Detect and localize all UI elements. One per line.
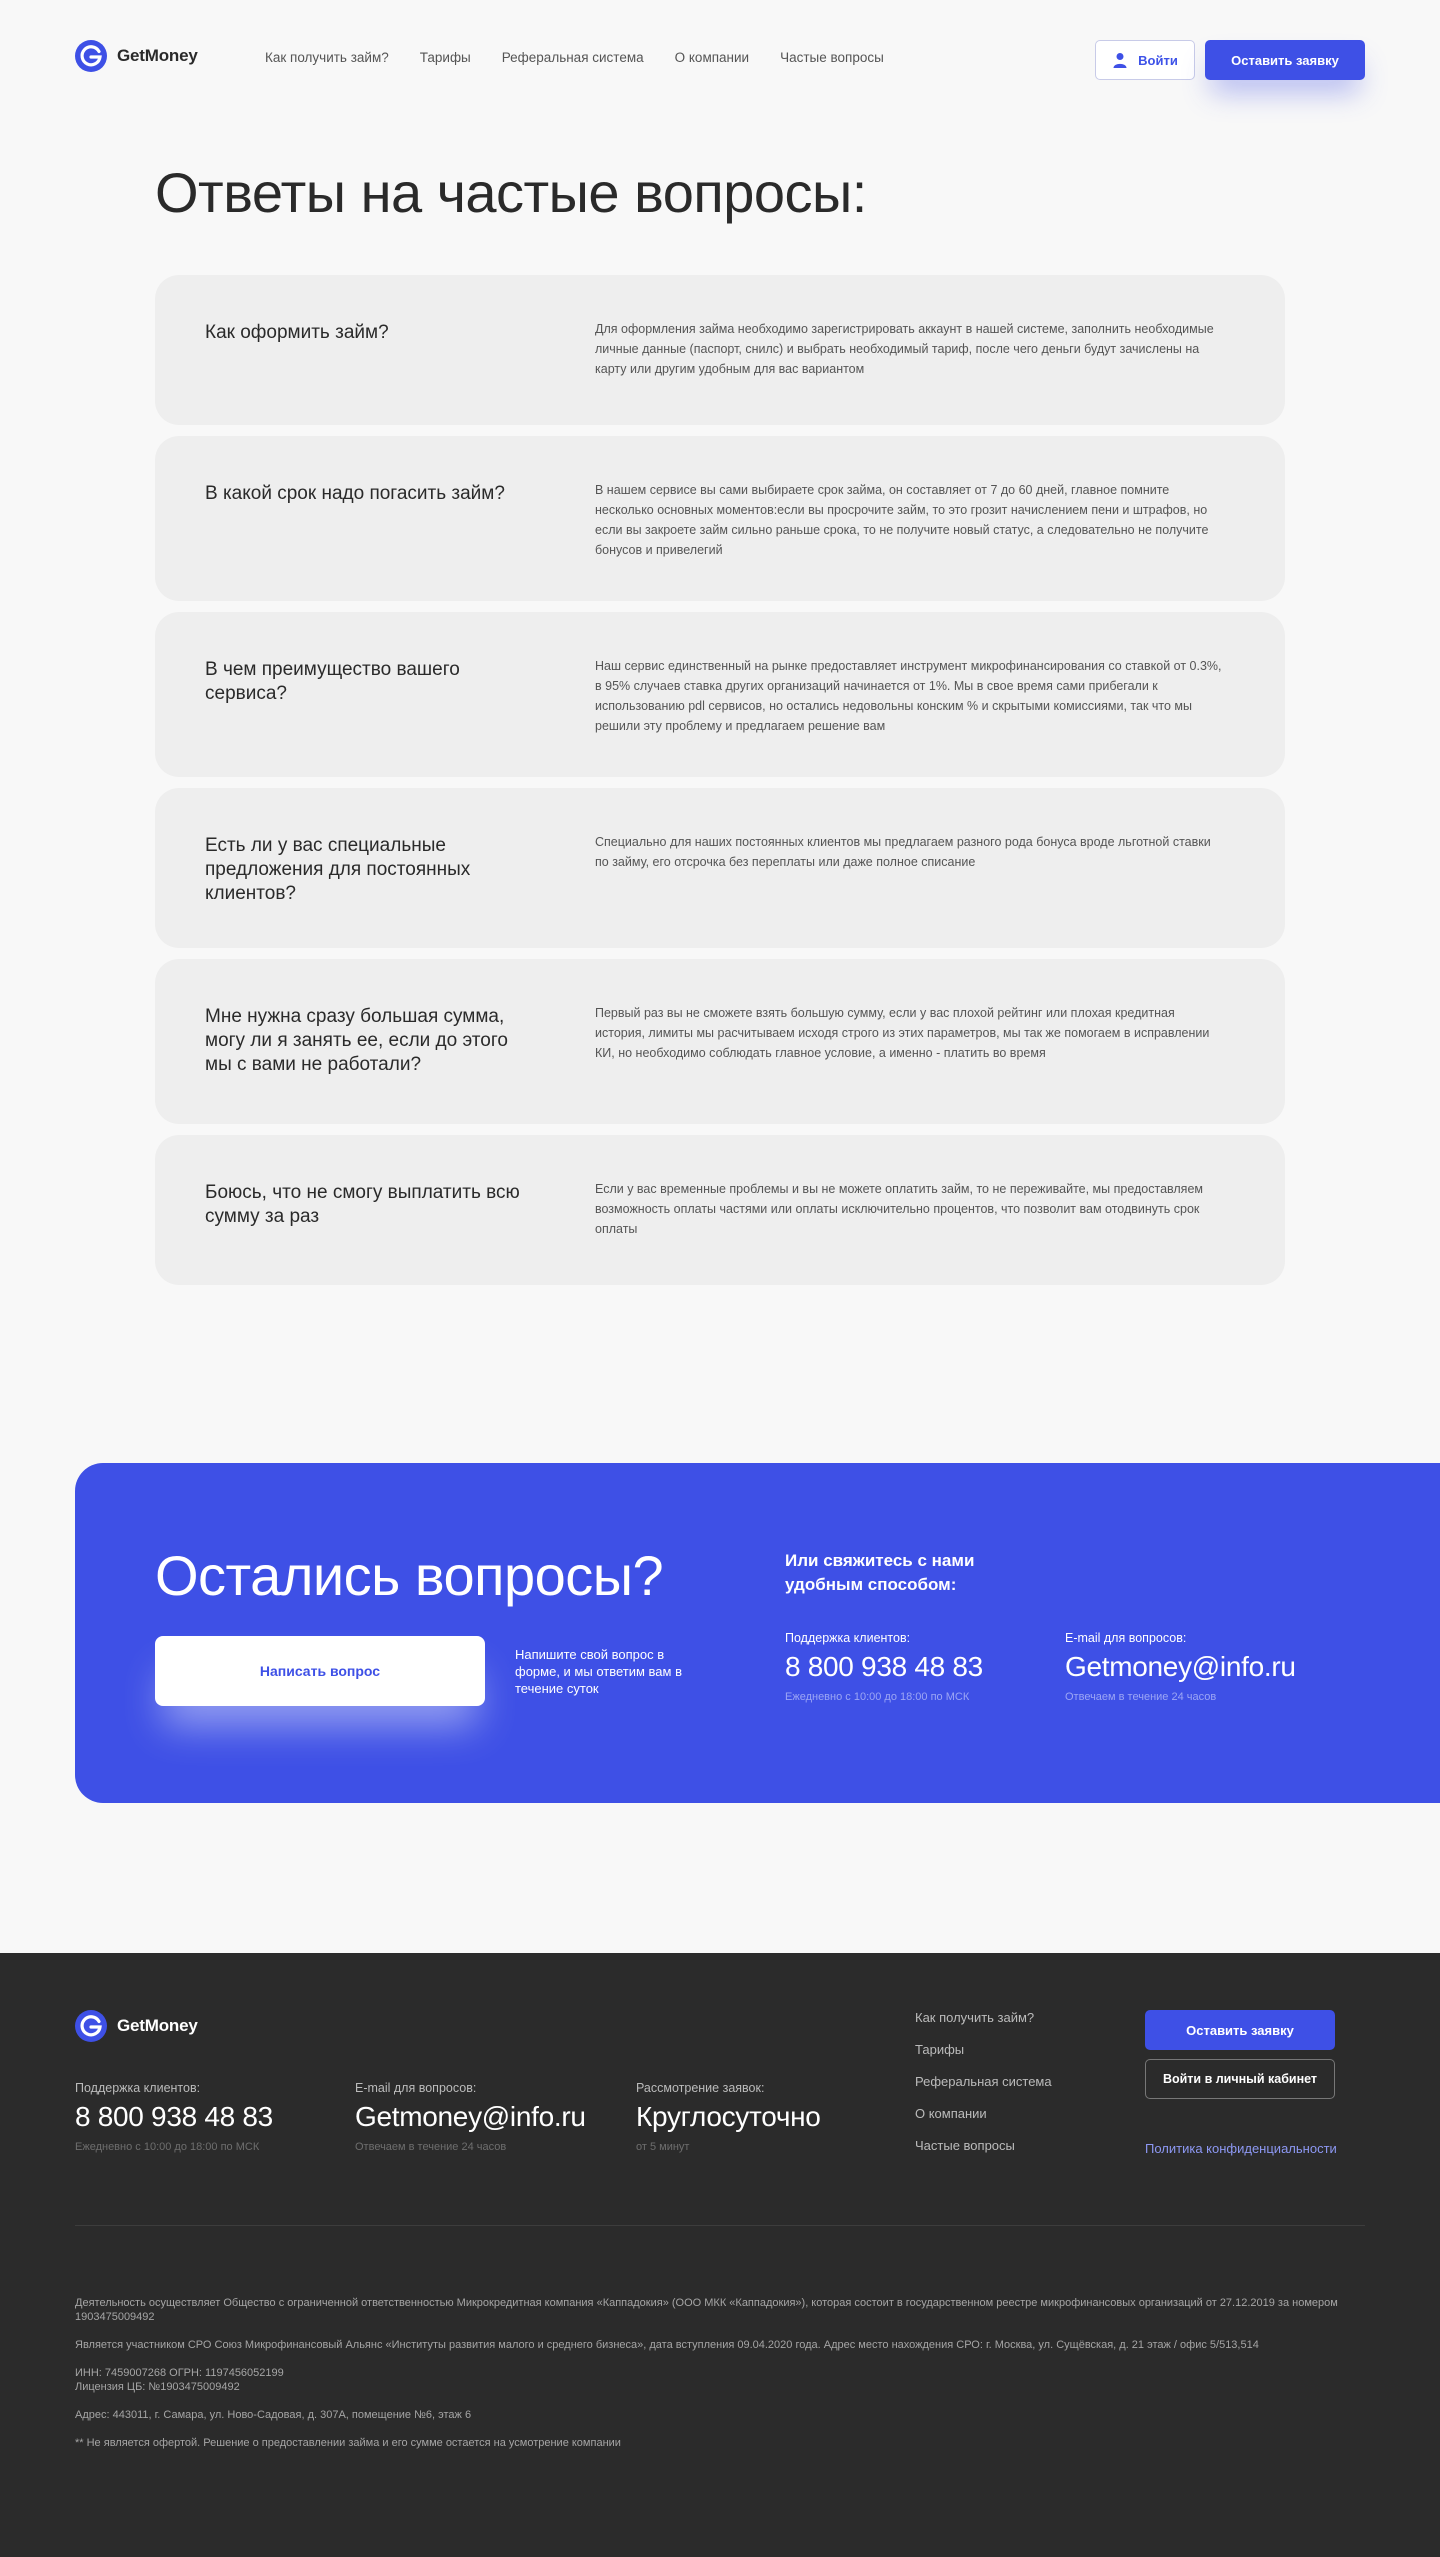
legal-license: Лицензия ЦБ: №1903475009492 bbox=[75, 2381, 240, 2393]
write-question-button[interactable]: Написать вопрос bbox=[155, 1636, 485, 1706]
footer-support-label: Поддержка клиентов: bbox=[75, 2081, 201, 2095]
email-link[interactable]: Getmoney@info.ru bbox=[1065, 1651, 1296, 1683]
nav-referral[interactable]: Реферальная система bbox=[502, 50, 644, 65]
contact-title: Остались вопросы? bbox=[155, 1544, 664, 1607]
getmoney-logo-icon bbox=[75, 2010, 107, 2042]
footer-email-link[interactable]: Getmoney@info.ru bbox=[355, 2101, 586, 2133]
footer-nav-how-to-get-loan[interactable]: Как получить займ? bbox=[915, 2010, 1052, 2025]
legal-sro: Является участником СРО Союз Микрофинанс… bbox=[75, 2339, 1259, 2351]
privacy-policy-link[interactable]: Политика конфиденциальности bbox=[1145, 2141, 1337, 2156]
contact-subtitle: Или свяжитесь с нами удобным способом: bbox=[785, 1551, 975, 1594]
nav-tariffs[interactable]: Тарифы bbox=[420, 50, 471, 65]
footer-nav-faq[interactable]: Частые вопросы bbox=[915, 2138, 1052, 2153]
contact-support: Поддержка клиентов: 8 800 938 48 83 Ежед… bbox=[785, 1631, 983, 1703]
contact-section: Остались вопросы? Написать вопрос Напиши… bbox=[75, 1463, 1440, 1803]
faq-answer: Если у вас временные проблемы и вы не мо… bbox=[595, 1182, 1204, 1236]
footer-legal: Деятельность осуществляет Общество с огр… bbox=[75, 2296, 1365, 2464]
footer-review-label: Рассмотрение заявок: bbox=[636, 2081, 765, 2095]
footer-nav-about[interactable]: О компании bbox=[915, 2106, 1052, 2121]
faq-item[interactable]: В чем преимущество вашего сервиса? Наш с… bbox=[155, 612, 1285, 777]
getmoney-logo-icon bbox=[75, 40, 107, 72]
faq-answer: Специально для наших постоянных клиентов… bbox=[595, 835, 1211, 869]
faq-question: В какой срок надо погасить займ? bbox=[205, 483, 505, 504]
faq-item[interactable]: Как оформить займ? Для оформления займа … bbox=[155, 275, 1285, 425]
faq-item[interactable]: Мне нужна сразу большая сумма, могу ли я… bbox=[155, 959, 1285, 1124]
legal-company: Деятельность осуществляет Общество с огр… bbox=[75, 2297, 1338, 2323]
footer-review: Рассмотрение заявок: Круглосуточно от 5 … bbox=[636, 2081, 821, 2153]
site-footer: GetMoney Поддержка клиентов: 8 800 938 4… bbox=[0, 1953, 1440, 2557]
login-button[interactable]: Войти bbox=[1095, 40, 1195, 80]
footer-email: E-mail для вопросов: Getmoney@info.ru От… bbox=[355, 2081, 586, 2153]
logo[interactable]: GetMoney bbox=[75, 40, 198, 72]
footer-logo[interactable]: GetMoney bbox=[75, 2010, 198, 2042]
faq-question: В чем преимущество вашего сервиса? bbox=[205, 659, 460, 704]
legal-disclaimer: ** Не является офертой. Решение о предос… bbox=[75, 2437, 621, 2449]
faq-answer: Первый раз вы не сможете взять большую с… bbox=[595, 1006, 1210, 1060]
support-label: Поддержка клиентов: bbox=[785, 1631, 911, 1645]
apply-button[interactable]: Оставить заявку bbox=[1205, 40, 1365, 80]
legal-inn: ИНН: 7459007268 ОГРН: 1197456052199 bbox=[75, 2367, 284, 2379]
nav-about[interactable]: О компании bbox=[675, 50, 749, 65]
nav-how-to-get-loan[interactable]: Как получить займ? bbox=[265, 50, 389, 65]
footer-support-hours: Ежедневно с 10:00 до 18:00 по МСК bbox=[75, 2141, 260, 2153]
main-nav: Как получить займ? Тарифы Реферальная си… bbox=[265, 50, 884, 65]
faq-title: Ответы на частые вопросы: bbox=[155, 161, 867, 224]
faq-question: Как оформить займ? bbox=[205, 322, 389, 343]
nav-faq[interactable]: Частые вопросы bbox=[780, 50, 884, 65]
faq-answer: В нашем сервисе вы сами выбираете срок з… bbox=[595, 483, 1209, 557]
footer-review-note: от 5 минут bbox=[636, 2141, 690, 2153]
support-phone[interactable]: 8 800 938 48 83 bbox=[785, 1651, 983, 1683]
login-label: Войти bbox=[1138, 52, 1178, 68]
footer-cabinet-button[interactable]: Войти в личный кабинет bbox=[1145, 2059, 1335, 2099]
faq-question: Боюсь, что не смогу выплатить всю сумму … bbox=[205, 1182, 520, 1227]
support-hours: Ежедневно с 10:00 до 18:00 по МСК bbox=[785, 1691, 970, 1703]
faq-question: Есть ли у вас специальные предложения дл… bbox=[205, 835, 471, 904]
footer-email-note: Отвечаем в течение 24 часов bbox=[355, 2141, 507, 2153]
footer-support: Поддержка клиентов: 8 800 938 48 83 Ежед… bbox=[75, 2081, 273, 2153]
footer-nav: Как получить займ? Тарифы Реферальная си… bbox=[915, 2010, 1052, 2153]
legal-address: Адрес: 443011, г. Самара, ул. Ново-Садов… bbox=[75, 2409, 472, 2421]
footer-email-label: E-mail для вопросов: bbox=[355, 2081, 477, 2095]
logo-text: GetMoney bbox=[117, 46, 198, 65]
footer-review-value: Круглосуточно bbox=[636, 2101, 821, 2132]
footer-nav-referral[interactable]: Реферальная система bbox=[915, 2074, 1052, 2089]
faq-question: Мне нужна сразу большая сумма, могу ли я… bbox=[205, 1006, 508, 1075]
footer-nav-tariffs[interactable]: Тарифы bbox=[915, 2042, 1052, 2057]
faq-answer: Наш сервис единственный на рынке предост… bbox=[595, 659, 1222, 733]
contact-email: E-mail для вопросов: Getmoney@info.ru От… bbox=[1065, 1631, 1296, 1703]
site-header: GetMoney Как получить займ? Тарифы Рефер… bbox=[0, 0, 1440, 120]
faq-item[interactable]: Боюсь, что не смогу выплатить всю сумму … bbox=[155, 1135, 1285, 1285]
faq-answer: Для оформления займа необходимо зарегист… bbox=[595, 322, 1214, 376]
email-note: Отвечаем в течение 24 часов bbox=[1065, 1691, 1217, 1703]
logo-text: GetMoney bbox=[117, 2016, 198, 2035]
faq-list: Как оформить займ? Для оформления займа … bbox=[155, 275, 1285, 1296]
footer-divider bbox=[75, 2225, 1365, 2226]
footer-support-phone[interactable]: 8 800 938 48 83 bbox=[75, 2101, 273, 2133]
faq-item[interactable]: В какой срок надо погасить займ? В нашем… bbox=[155, 436, 1285, 601]
faq-item[interactable]: Есть ли у вас специальные предложения дл… bbox=[155, 788, 1285, 948]
footer-apply-button[interactable]: Оставить заявку bbox=[1145, 2010, 1335, 2050]
ask-note: Напишите свой вопрос в форме, и мы ответ… bbox=[515, 1647, 682, 1696]
user-icon bbox=[1113, 53, 1127, 68]
email-label: E-mail для вопросов: bbox=[1065, 1631, 1187, 1645]
